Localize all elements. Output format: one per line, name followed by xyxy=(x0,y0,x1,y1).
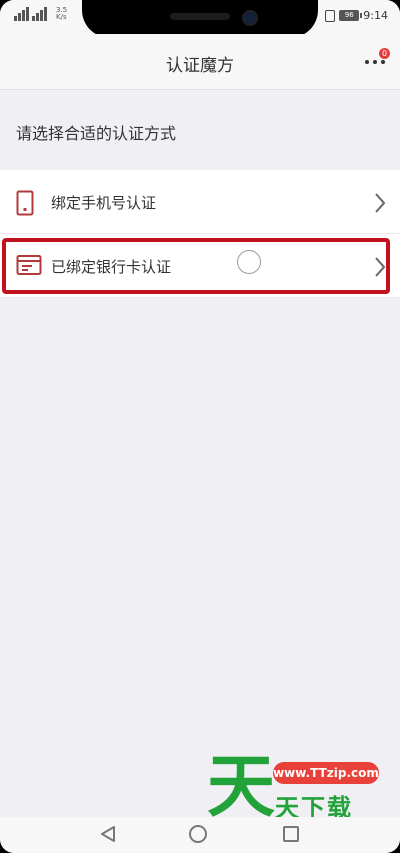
app-screen: 3.5 K/s 96 9:14 认证魔方 0 请选择合适的认证方式 绑定手机号认 xyxy=(0,0,400,853)
chevron-right-icon xyxy=(374,192,386,218)
status-right: 96 9:14 xyxy=(325,9,388,22)
notification-badge: 0 xyxy=(379,48,390,59)
watermark-logo: 天 xyxy=(207,748,276,827)
front-camera-icon xyxy=(242,10,258,26)
touch-indicator xyxy=(237,250,261,274)
section-title: 请选择合适的认证方式 xyxy=(16,124,177,143)
back-icon[interactable] xyxy=(99,825,117,847)
page-title: 认证魔方 xyxy=(166,56,234,76)
more-button[interactable]: 0 xyxy=(362,48,392,76)
phone-icon xyxy=(16,190,34,220)
signal-icon xyxy=(14,7,29,21)
recent-apps-icon[interactable] xyxy=(283,826,299,842)
watermark-url: www.TTzip.com xyxy=(273,762,379,784)
speaker-grille xyxy=(170,13,230,20)
status-left: 3.5 K/s xyxy=(14,7,72,21)
network-speed: 3.5 K/s xyxy=(56,6,68,21)
more-dots-icon xyxy=(365,60,385,64)
signal-2-icon xyxy=(32,7,47,21)
option-phone-auth[interactable]: 绑定手机号认证 xyxy=(0,170,400,234)
battery-icon: 96 xyxy=(339,10,363,21)
navigation-bar: 认证魔方 0 xyxy=(0,34,400,90)
highlight-annotation xyxy=(2,238,390,294)
home-icon[interactable] xyxy=(189,825,207,843)
vibrate-icon xyxy=(325,9,336,22)
option-label: 绑定手机号认证 xyxy=(51,194,157,212)
system-navigation-bar xyxy=(0,817,400,853)
clock: 9:14 xyxy=(363,9,388,22)
camera-notch xyxy=(82,0,318,38)
